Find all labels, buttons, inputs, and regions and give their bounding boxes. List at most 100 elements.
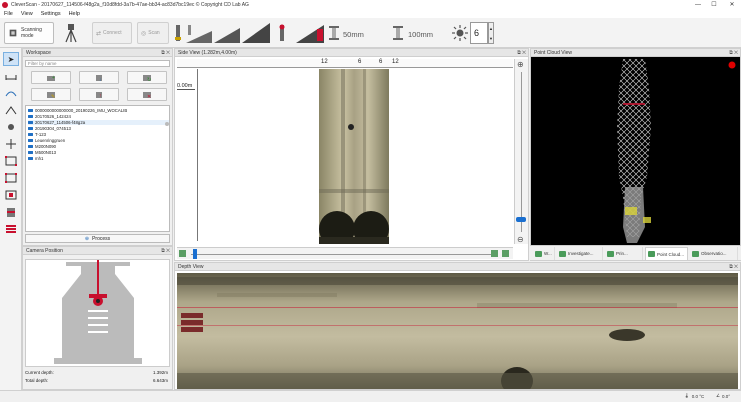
folder-icon: [28, 120, 33, 125]
scan-button[interactable]: ◎ Scan: [137, 22, 169, 44]
depth-view-header: Depth View ⧉ ✕: [175, 263, 740, 271]
grid-toggle-icon[interactable]: [179, 250, 186, 257]
step-spin-arrows[interactable]: ▲ ▼: [488, 22, 494, 44]
slope-medium-icon[interactable]: [214, 23, 240, 43]
zoom-in-icon[interactable]: ⊕: [517, 60, 524, 69]
tab-point-cloud[interactable]: Point Cloud...: [645, 247, 688, 260]
ruler-label: 6: [379, 59, 383, 65]
area-tool[interactable]: [3, 188, 19, 202]
view-toggle-icon[interactable]: [491, 250, 498, 257]
select-tool[interactable]: ➤: [3, 52, 19, 66]
tree-item[interactable]: 0000000000000000_20190226_IMU_WOCALIB: [28, 108, 127, 113]
menu-settings[interactable]: Settings: [41, 11, 61, 17]
tab-icon: [559, 250, 566, 257]
panel-controls[interactable]: ⧉ ✕: [161, 248, 170, 254]
line-tool[interactable]: [3, 69, 19, 83]
workspace-panel: Workspace ⧉ ✕ Filter by name + ↓ ↻ ✎ ↑ ✕…: [22, 48, 173, 246]
tab-icon: [648, 251, 655, 257]
tree-item[interactable]: M500N013: [28, 150, 56, 155]
total-depth-value: 6.643m: [152, 378, 168, 383]
step-spinbox[interactable]: 6: [470, 22, 488, 44]
scanning-mode-button[interactable]: Scanning mode: [4, 22, 54, 44]
app-logo-icon: [2, 1, 8, 8]
scrollbar-area: [177, 247, 513, 259]
layers-tool[interactable]: [3, 222, 19, 236]
panel-controls[interactable]: ⧉ ✕: [161, 50, 170, 56]
probe-down-icon[interactable]: [278, 23, 286, 43]
position-slider-handle[interactable]: [193, 249, 197, 259]
connect-icon: ⇄: [96, 30, 102, 37]
panel-controls[interactable]: ⧉ ✕: [729, 50, 738, 56]
menu-help[interactable]: Help: [69, 11, 80, 17]
folder-icon: [28, 108, 33, 113]
panel-controls[interactable]: ⧉ ✕: [729, 264, 738, 270]
ruler-label: 12: [321, 59, 328, 65]
tree-item[interactable]: mh1: [28, 156, 43, 161]
manhole-diagram-icon: [54, 260, 142, 364]
slope-small-icon[interactable]: [186, 23, 212, 43]
tree-item[interactable]: M200N090: [28, 144, 56, 149]
tree-item-label: 20170627_114506-f48g2a: [35, 120, 86, 125]
tree-item[interactable]: 20190304_074513: [28, 126, 71, 131]
position-track[interactable]: [191, 254, 491, 255]
polygon-tool[interactable]: [3, 171, 19, 185]
add-folder-button[interactable]: +: [31, 71, 71, 84]
tree-item[interactable]: T-123: [28, 132, 46, 137]
tree-item[interactable]: Leuenringgruen: [28, 138, 65, 143]
maximize-button[interactable]: ☐: [707, 0, 721, 9]
panel-controls[interactable]: ⧉ ✕: [517, 50, 526, 56]
camera-position-panel: Camera Position ⧉ ✕ Current depth: 1.392…: [22, 246, 173, 390]
edit-button[interactable]: ✎: [31, 88, 71, 101]
scroll-indicator[interactable]: [165, 122, 169, 126]
import-button[interactable]: ↓: [79, 71, 119, 84]
minimize-button[interactable]: —: [691, 0, 705, 9]
layout-toggle-icon[interactable]: [502, 250, 509, 257]
filter-input[interactable]: Filter by name: [25, 60, 170, 67]
distance-1-value[interactable]: 50mm: [343, 30, 364, 39]
chevron-up-icon[interactable]: ▲: [489, 26, 493, 31]
tree-item[interactable]: 20170526_142424: [28, 114, 71, 119]
sync-button[interactable]: ↻: [127, 71, 167, 84]
rect-tool[interactable]: [3, 154, 19, 168]
point-cloud-title: Point Cloud View: [534, 49, 572, 56]
tab-workspace[interactable]: W...: [533, 247, 555, 260]
distance-2-value[interactable]: 100mm: [408, 30, 433, 39]
process-button[interactable]: ⊕ Process: [25, 234, 170, 243]
tab-investigate[interactable]: Investigate...: [557, 247, 603, 260]
folder-icon: [28, 132, 33, 137]
menu-view[interactable]: View: [21, 11, 33, 17]
chevron-down-icon[interactable]: ▼: [489, 36, 493, 41]
point-tool[interactable]: [3, 120, 19, 134]
svg-text:✕: ✕: [147, 94, 151, 99]
crosshair-tool[interactable]: [3, 137, 19, 151]
tab-observations[interactable]: Observatio...: [690, 247, 738, 260]
close-button[interactable]: ✕: [725, 0, 739, 9]
tab-print[interactable]: Prin...: [605, 247, 643, 260]
cursor-icon: ➤: [7, 54, 15, 64]
angle-tool[interactable]: [3, 103, 19, 117]
tank-tool[interactable]: [3, 205, 19, 219]
probe-up-icon[interactable]: [174, 23, 182, 43]
connect-button[interactable]: ⇄ Connect: [92, 22, 132, 44]
export-button[interactable]: ↑: [79, 88, 119, 101]
zoom-out-icon[interactable]: ⊖: [517, 235, 524, 244]
depth-view-title: Depth View: [178, 263, 204, 270]
tree-item-label: T-123: [35, 132, 46, 137]
curve-tool[interactable]: [3, 86, 19, 100]
delete-button[interactable]: ✕: [127, 88, 167, 101]
tripod-icon[interactable]: [64, 23, 78, 43]
scan-image: [319, 69, 389, 244]
slope-red-icon[interactable]: [296, 23, 324, 43]
thermometer-icon: 🌡: [684, 393, 690, 398]
workspace-title: Workspace: [26, 49, 51, 56]
tree-item-label: M500N013: [35, 150, 57, 155]
depth-image: [177, 273, 738, 389]
tree-item-label: 20170526_142424: [35, 114, 71, 119]
zoom-slider-handle[interactable]: [516, 217, 526, 222]
menu-file[interactable]: File: [4, 11, 13, 17]
tree-item-selected[interactable]: 20170627_114506-f48g2a: [28, 120, 169, 125]
zoom-track[interactable]: [521, 72, 522, 232]
connect-label: Connect: [103, 30, 122, 36]
slope-large-icon[interactable]: [242, 23, 270, 43]
crosshair-icon: [6, 139, 16, 149]
